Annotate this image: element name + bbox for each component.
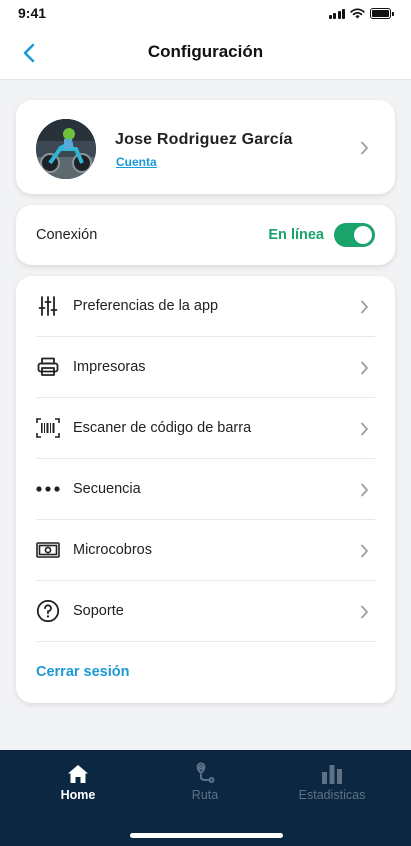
menu-item-microcobros[interactable]: Microcobros xyxy=(36,520,375,581)
account-link[interactable]: Cuenta xyxy=(116,155,157,169)
divider xyxy=(36,641,375,642)
chevron-right-icon xyxy=(361,300,368,314)
tab-label: Estadisticas xyxy=(298,788,366,802)
menu-item-label: Escaner de código de barra xyxy=(73,420,252,436)
cellular-signal-icon xyxy=(328,8,345,19)
status-bar: 9:41 xyxy=(0,0,411,26)
tab-label: Home xyxy=(60,788,96,802)
route-icon xyxy=(196,762,215,783)
wifi-icon xyxy=(350,8,365,19)
chevron-right-icon xyxy=(361,422,368,436)
menu-item-label: Preferencias de la app xyxy=(73,298,219,314)
menu-item-printers[interactable]: Impresoras xyxy=(36,337,375,398)
tab-label: Ruta xyxy=(191,788,219,802)
connection-status: En línea xyxy=(268,227,324,243)
settings-menu: Preferencias de la app Impresoras Escane… xyxy=(16,276,395,703)
status-time: 9:41 xyxy=(18,5,47,21)
menu-item-label: Soporte xyxy=(73,603,124,619)
menu-item-label: Impresoras xyxy=(73,359,146,375)
tab-ruta[interactable]: Ruta xyxy=(150,758,260,808)
menu-item-label: Microcobros xyxy=(73,542,152,558)
chevron-right-icon xyxy=(361,141,368,155)
chevron-right-icon xyxy=(361,483,368,497)
page-title: Configuración xyxy=(147,42,264,61)
tab-home[interactable]: Home xyxy=(23,758,133,808)
header: Configuración xyxy=(0,26,411,80)
bottom-nav: Home Ruta Estadisticas xyxy=(0,750,411,846)
avatar xyxy=(36,119,96,179)
home-icon xyxy=(68,765,88,783)
menu-item-app-preferences[interactable]: Preferencias de la app xyxy=(36,276,375,337)
chevron-right-icon xyxy=(361,605,368,619)
chevron-right-icon xyxy=(361,361,368,375)
menu-item-support[interactable]: Soporte xyxy=(36,581,375,642)
menu-item-label: Secuencia xyxy=(73,481,141,497)
sliders-icon xyxy=(36,294,60,318)
cash-icon xyxy=(36,538,60,562)
dots-icon xyxy=(36,477,60,501)
connection-card: Conexión En línea xyxy=(16,205,395,265)
avatar-image xyxy=(36,119,96,179)
profile-name: Jose Rodriguez García xyxy=(115,131,293,148)
battery-icon xyxy=(370,8,394,19)
chevron-right-icon xyxy=(361,544,368,558)
bar-chart-icon xyxy=(322,765,342,784)
barcode-icon xyxy=(36,416,60,440)
profile-card[interactable]: Jose Rodriguez García Cuenta xyxy=(16,100,395,194)
connection-label: Conexión xyxy=(36,227,98,243)
printer-icon xyxy=(36,355,60,379)
menu-item-sequence[interactable]: Secuencia xyxy=(36,459,375,520)
home-indicator xyxy=(130,833,283,838)
help-icon xyxy=(36,599,60,623)
status-icons xyxy=(328,7,394,19)
connection-toggle[interactable] xyxy=(334,223,375,247)
tab-estadisticas[interactable]: Estadisticas xyxy=(277,758,387,808)
menu-item-barcode-scanner[interactable]: Escaner de código de barra xyxy=(36,398,375,459)
toggle-knob xyxy=(354,226,372,244)
logout-button[interactable]: Cerrar sesión xyxy=(36,664,130,680)
